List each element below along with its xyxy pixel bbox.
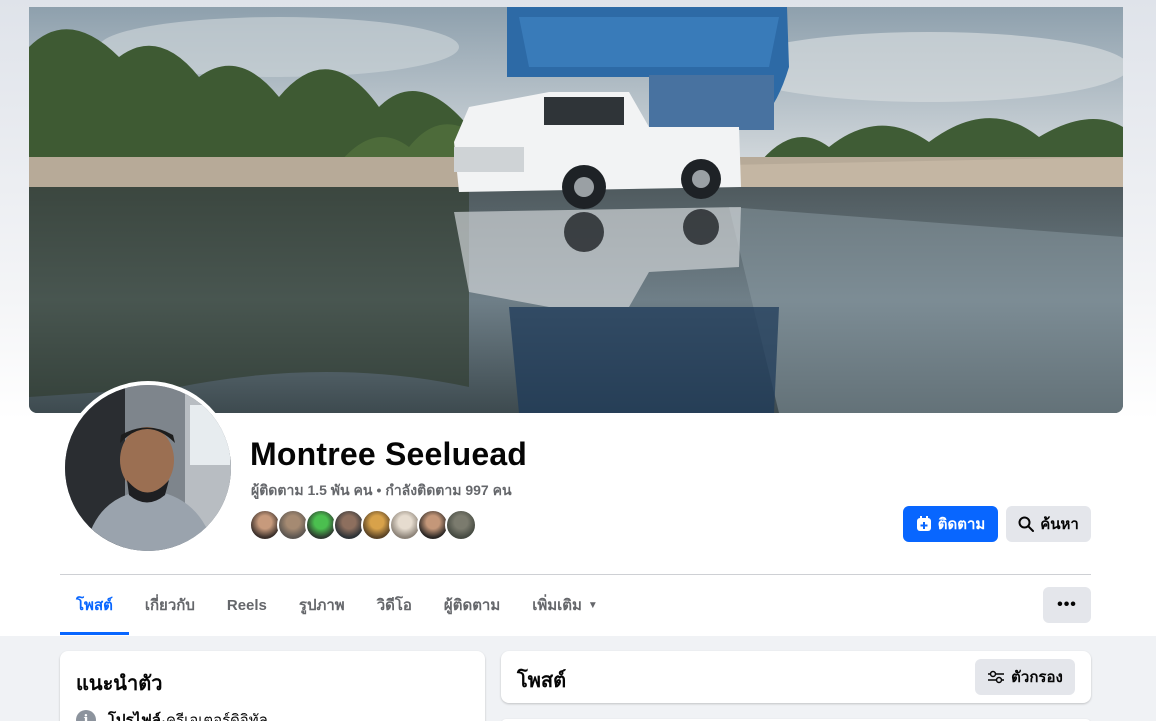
tab-label: Reels: [226, 596, 267, 614]
tab-label: รูปภาพ: [298, 597, 345, 614]
filter-sliders-icon: [987, 669, 1005, 685]
tab-label: วิดีโอ: [376, 597, 412, 614]
cover-photo[interactable]: [29, 7, 1123, 413]
search-icon: [1018, 516, 1035, 532]
intro-info-label: โปรไฟล์: [108, 712, 161, 721]
profile-name: Montree Seeluead: [250, 436, 528, 472]
tab-label: โพสต์: [76, 597, 113, 614]
tab-followers[interactable]: ผู้ติดตาม: [428, 575, 516, 635]
search-button[interactable]: ค้นหา: [1006, 506, 1091, 542]
intro-info-value: ครีเอเตอร์ดิจิทัล: [166, 712, 268, 721]
profile-tabs: โพสต์ เกี่ยวกับ Reels รูปภาพ วิดีโอ ผู้ต…: [60, 575, 614, 635]
profile-picture[interactable]: [61, 381, 235, 555]
posts-title: โพสต์: [517, 670, 567, 692]
tab-photos[interactable]: รูปภาพ: [283, 575, 361, 635]
posts-header-card: โพสต์ ตัวกรอง: [501, 651, 1091, 703]
profile-stats: ผู้ติดตาม 1.5 พัน คน • กำลังติดตาม 997 คน: [251, 480, 512, 502]
cover-photo-image: [29, 7, 1123, 413]
search-button-label: ค้นหา: [1040, 516, 1079, 533]
tab-label: ผู้ติดตาม: [443, 597, 501, 614]
tab-reels[interactable]: Reels: [211, 575, 283, 635]
tab-label: เกี่ยวกับ: [144, 597, 195, 614]
more-options-button[interactable]: •••: [1043, 587, 1091, 623]
intro-profile-row: i โปรไฟล์ · ครีเอเตอร์ดิจิทัล: [76, 708, 268, 721]
follow-button[interactable]: ติดตาม: [903, 506, 998, 542]
followers-link[interactable]: ผู้ติดตาม 1.5 พัน คน: [251, 482, 372, 498]
tab-label: เพิ่มเติม: [532, 597, 582, 614]
tab-about[interactable]: เกี่ยวกับ: [129, 575, 211, 635]
follower-avatar[interactable]: [445, 509, 477, 541]
tab-posts[interactable]: โพสต์: [60, 575, 129, 635]
filter-button[interactable]: ตัวกรอง: [975, 659, 1075, 695]
tab-more[interactable]: เพิ่มเติม ▼: [516, 575, 614, 635]
caret-down-icon: ▼: [587, 599, 598, 611]
intro-card: แนะนำตัว i โปรไฟล์ · ครีเอเตอร์ดิจิทัล: [60, 651, 485, 721]
filter-button-label: ตัวกรอง: [1011, 669, 1063, 686]
stats-separator: •: [376, 482, 382, 498]
avatar: [65, 385, 231, 551]
tab-videos[interactable]: วิดีโอ: [361, 575, 428, 635]
follower-avatars: [249, 509, 477, 541]
avatar-image: [65, 385, 231, 551]
info-icon: i: [76, 710, 96, 721]
add-follow-icon: [916, 516, 932, 532]
intro-title: แนะนำตัว: [76, 673, 163, 695]
following-link[interactable]: กำลังติดตาม 997 คน: [385, 482, 511, 498]
follow-button-label: ติดตาม: [937, 516, 986, 533]
